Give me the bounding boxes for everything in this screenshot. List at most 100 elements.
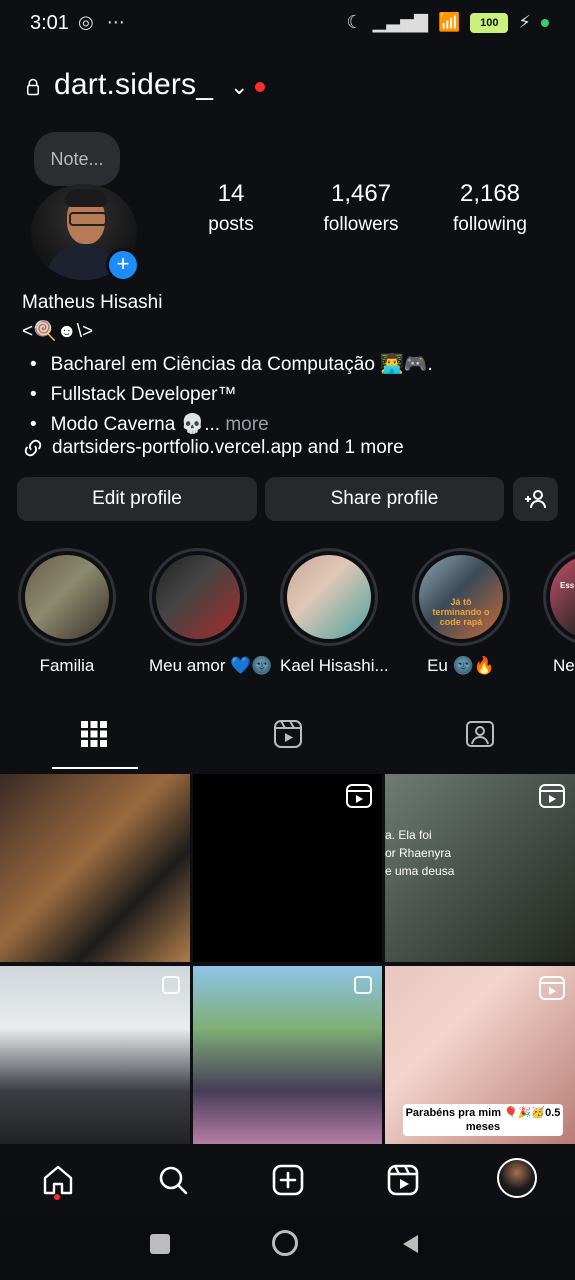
bio-line: • Bacharel em Ciências da Computação 👨‍💻… [30, 350, 433, 380]
highlight-label: Meu amor 💙🌚 [149, 656, 273, 675]
highlight-overlay-text: Ess [560, 581, 575, 590]
circle-icon[interactable] [272, 1230, 298, 1256]
profile-topbar: dart.siders_ ⌄ [0, 62, 575, 114]
system-navigation-bar [0, 1216, 575, 1280]
post-thumbnail[interactable] [193, 966, 382, 1144]
highlight-overlay-text: Já tô terminando o code rapá [432, 597, 490, 627]
post-thumbnail[interactable] [0, 966, 190, 1144]
profile-tabs [0, 710, 575, 770]
nav-profile-avatar[interactable] [497, 1158, 537, 1198]
multi-post-icon [162, 976, 180, 994]
edit-profile-button[interactable]: Edit profile [17, 477, 257, 521]
nav-reels[interactable] [385, 1162, 421, 1198]
bullet-icon: • [30, 414, 37, 435]
highlight-thumb [25, 555, 109, 639]
avatar-glasses [69, 212, 107, 226]
highlight-thumb: Ess [550, 555, 575, 639]
bio-line: • Fullstack Developer™ [30, 380, 433, 410]
link-icon [24, 439, 42, 457]
highlight-ne[interactable]: Ess Ne [543, 548, 575, 676]
profile-full-name: Matheus Hisashi [22, 292, 163, 313]
stat-posts[interactable]: 14 posts [196, 180, 266, 236]
reel-badge-icon [539, 784, 565, 808]
highlight-familia[interactable]: Familia [18, 548, 116, 676]
profile-link-text: dartsiders-portfolio.vercel.app and 1 mo… [52, 437, 404, 458]
home-activity-dot [54, 1194, 60, 1200]
reel-badge-icon [539, 976, 565, 1000]
bio-line-text: Modo Caverna 💀... [50, 414, 221, 435]
highlight-ring [280, 548, 378, 646]
highlight-meu-amor[interactable]: Meu amor 💙🌚 [149, 548, 273, 676]
highlight-kael[interactable]: Kael Hisashi... [280, 548, 389, 676]
stat-posts-label: posts [208, 214, 254, 235]
highlight-thumb [287, 555, 371, 639]
more-dots-icon: ⋯ [106, 12, 125, 32]
share-profile-button[interactable]: Share profile [265, 477, 504, 521]
add-story-icon[interactable]: + [106, 248, 140, 282]
post-thumbnail[interactable] [193, 774, 382, 962]
stat-followers-value: 1,467 [330, 180, 392, 207]
add-person-button[interactable] [513, 477, 558, 521]
bio-line-text: Bacharel em Ciências da Computação 👨‍💻🎮. [50, 354, 433, 375]
tab-grid[interactable] [78, 718, 110, 750]
bio-line-text: Fullstack Developer™ [50, 384, 237, 405]
back-icon[interactable] [400, 1233, 420, 1260]
tagged-icon [466, 721, 494, 747]
reels-icon [387, 1164, 419, 1196]
avatar-hair [65, 189, 107, 207]
bio-more-link[interactable]: more [225, 414, 268, 435]
grid-icon [81, 721, 107, 747]
add-person-icon [524, 490, 546, 509]
create-icon [272, 1164, 304, 1196]
bullet-icon: • [30, 354, 37, 375]
status-bar: 3:01 ◎ ⋯ ☾ ▁▃▅▇ 📶 100 ⚡ [0, 0, 575, 52]
status-time: 3:01 [30, 12, 69, 34]
highlight-eu[interactable]: Já tô terminando o code rapá Eu 🌚🔥 [412, 548, 510, 676]
highlight-ring [149, 548, 247, 646]
bullet-icon: • [30, 384, 37, 405]
battery-level: 100 [480, 16, 499, 29]
profile-link[interactable]: dartsiders-portfolio.vercel.app and 1 mo… [22, 437, 404, 459]
signal-icon: ▁▃▅▇ [372, 12, 428, 32]
note-bubble[interactable]: Note... [34, 132, 120, 186]
reel-badge-icon [346, 784, 372, 808]
moon-icon: ☾ [346, 12, 363, 32]
posts-grid: a. Ela foi or Rhaenyra e uma deusa Parab… [0, 774, 575, 1144]
highlight-ring [18, 548, 116, 646]
nav-home[interactable] [40, 1162, 76, 1198]
highlight-label: Kael Hisashi... [280, 656, 389, 675]
profile-bio: • Bacharel em Ciências da Computação 👨‍💻… [30, 350, 433, 440]
note-placeholder: Note... [50, 148, 104, 169]
post-thumbnail[interactable] [0, 774, 190, 962]
post-overlay-text: a. Ela foi or Rhaenyra e uma deusa [385, 828, 455, 878]
tab-tagged[interactable] [464, 718, 496, 750]
highlight-label: Eu 🌚🔥 [427, 656, 495, 675]
highlight-ring: Já tô terminando o code rapá [412, 548, 510, 646]
chevron-down-icon[interactable]: ⌄ [230, 74, 248, 100]
highlight-ring: Ess [543, 548, 575, 646]
notification-dot [255, 82, 265, 92]
post-thumbnail[interactable]: a. Ela foi or Rhaenyra e uma deusa [385, 774, 575, 962]
lock-icon [27, 78, 39, 96]
nav-search[interactable] [155, 1162, 191, 1198]
highlight-thumb [156, 555, 240, 639]
square-icon[interactable] [150, 1234, 170, 1254]
tab-reels[interactable] [272, 718, 304, 750]
stat-followers[interactable]: 1,467 followers [312, 180, 410, 236]
wifi-icon: 📶 [437, 12, 461, 32]
stat-followers-label: followers [323, 214, 399, 235]
stat-following-label: following [453, 214, 527, 235]
highlight-label: Familia [39, 656, 95, 675]
profile-tagline: <🍭☻\> [22, 321, 94, 342]
status-left-icons: ◎ ⋯ [78, 12, 125, 33]
nav-create[interactable] [270, 1162, 306, 1198]
tab-active-indicator [52, 767, 138, 769]
post-thumbnail[interactable]: Parabéns pra mim 🎈🎉🥳0.5 meses [385, 966, 575, 1144]
multi-post-icon [354, 976, 372, 994]
home-icon [43, 1165, 73, 1195]
instagram-icon: ◎ [78, 12, 94, 32]
stat-following[interactable]: 2,168 following [440, 180, 540, 236]
profile-username[interactable]: dart.siders_ [54, 68, 213, 102]
charging-icon: ⚡ [518, 12, 531, 32]
dot-icon [541, 18, 549, 27]
